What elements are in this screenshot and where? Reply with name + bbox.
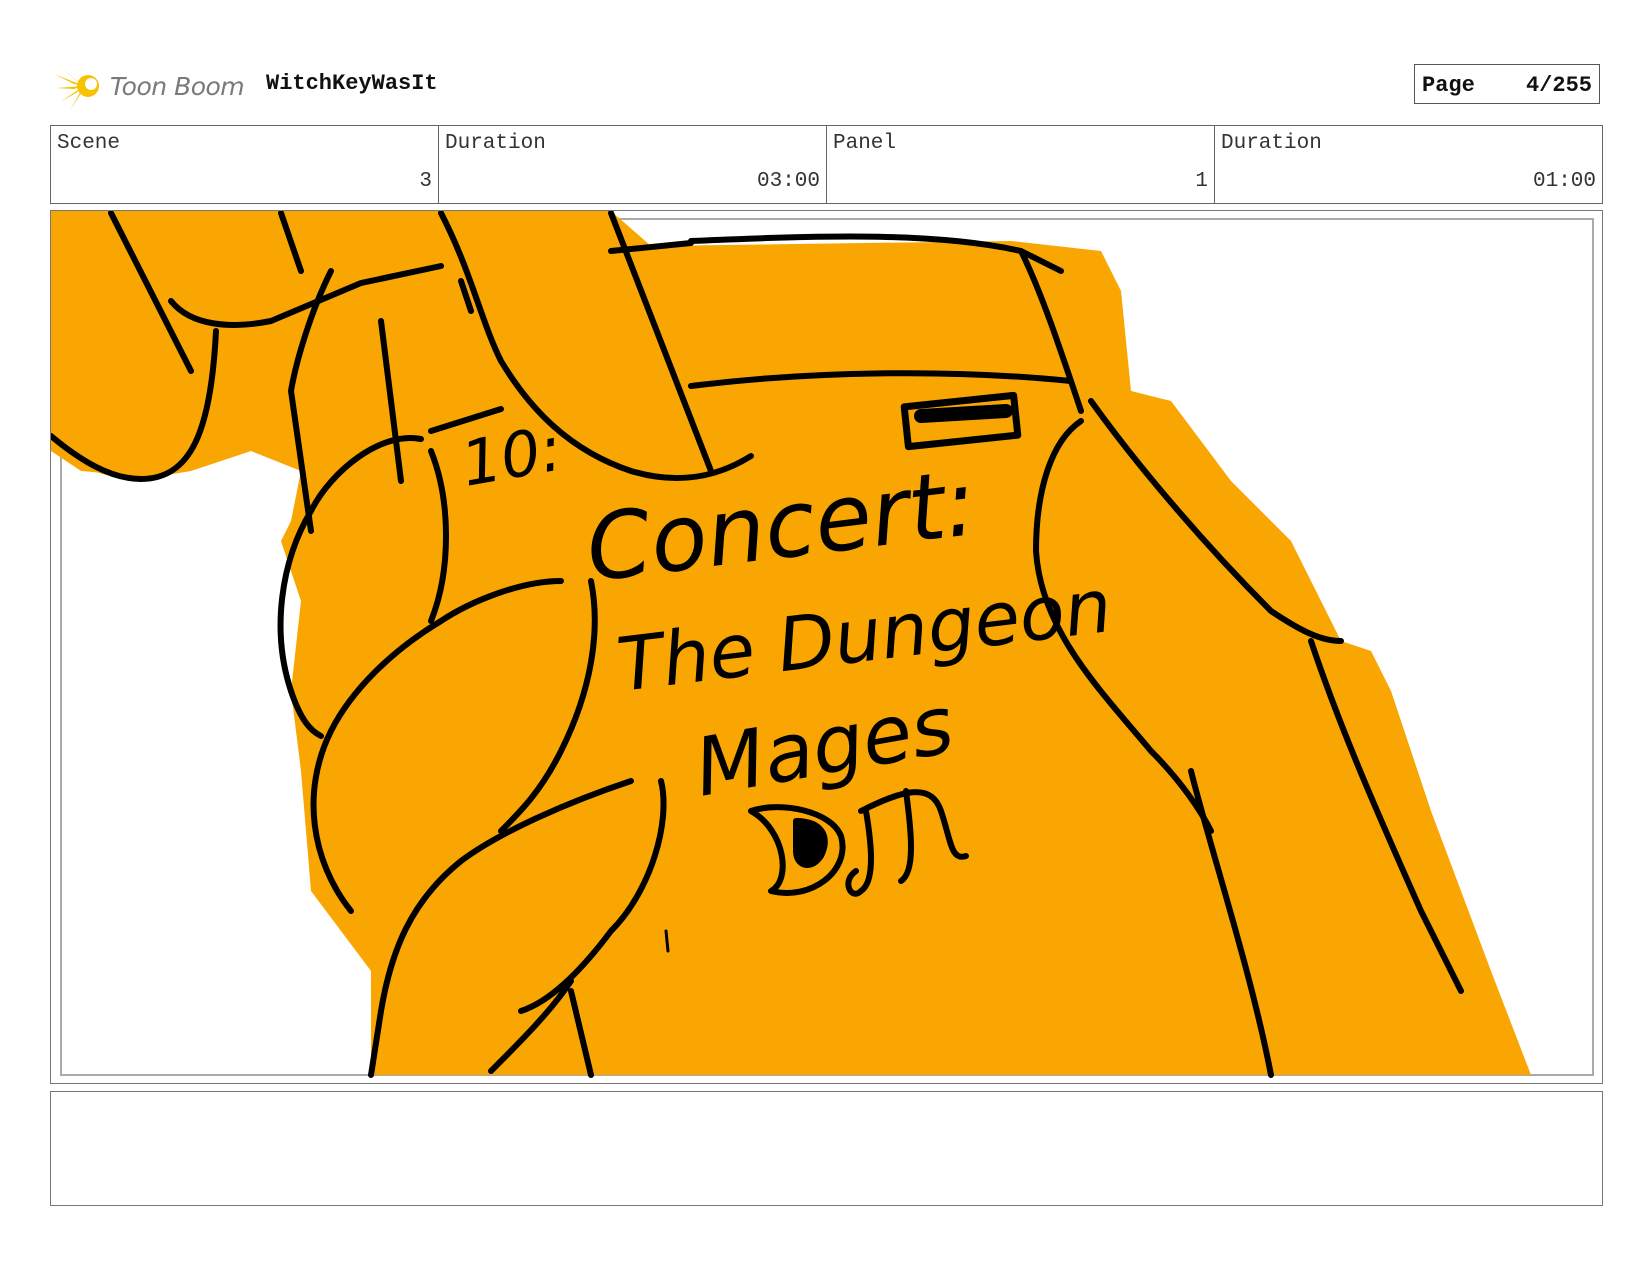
project-title: WitchKeyWasIt: [266, 71, 438, 96]
scene-duration-value: 03:00: [756, 170, 820, 193]
panel-duration-value: 01:00: [1532, 170, 1596, 193]
panel-duration-cell: Duration 01:00: [1215, 126, 1602, 203]
header: Toon Boom WitchKeyWasIt Page 4/255: [50, 58, 1602, 114]
page-label: Page: [1422, 73, 1475, 98]
storyboard-panel: 10: Concert: The Dungeon Mages: [50, 210, 1603, 1084]
panel-duration-label: Duration: [1221, 132, 1322, 155]
info-table: Scene 3 Duration 03:00 Panel 1 Duration …: [50, 125, 1603, 204]
scene-value: 3: [419, 170, 432, 193]
scene-cell: Scene 3: [51, 126, 439, 203]
scene-duration-cell: Duration 03:00: [439, 126, 827, 203]
panel-notes[interactable]: [50, 1091, 1603, 1206]
page-counter: Page 4/255: [1414, 64, 1600, 104]
scene-label: Scene: [57, 132, 121, 155]
panel-value: 1: [1195, 170, 1208, 193]
scene-duration-label: Duration: [445, 132, 546, 155]
panel-label: Panel: [833, 132, 897, 155]
panel-drawing: 10: Concert: The Dungeon Mages: [51, 211, 1594, 1078]
toon-boom-logo: Toon Boom: [54, 58, 245, 114]
starburst-icon: [54, 60, 99, 110]
panel-cell: Panel 1: [827, 126, 1215, 203]
logo-text: Toon Boom: [110, 71, 245, 101]
page-value: 4/255: [1525, 73, 1592, 98]
